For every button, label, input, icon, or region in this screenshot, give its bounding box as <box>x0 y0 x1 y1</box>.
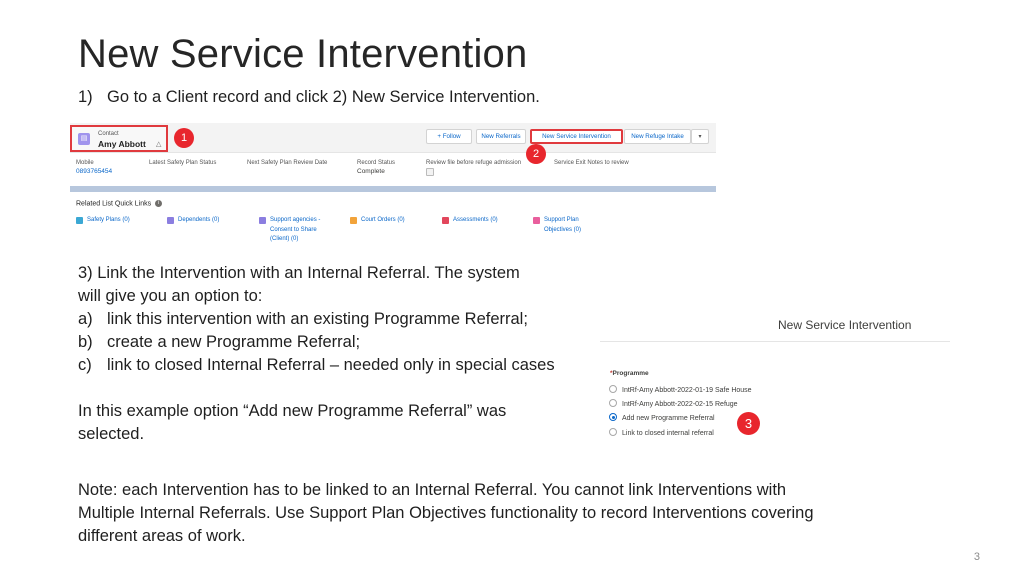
option-a-marker: a) <box>78 310 93 328</box>
field-value-record-status: Complete <box>357 168 385 175</box>
step1-number: 1) <box>78 88 93 106</box>
step3-option-c: c) link to closed Internal Referral – nee… <box>78 354 555 377</box>
quick-link-label: Support agencies - <box>270 217 321 223</box>
review-file-checkbox <box>426 168 434 176</box>
radio-button[interactable] <box>609 385 617 393</box>
quick-link-label-line2: Objectives (0) <box>544 226 582 233</box>
option-b-text: create a new Programme Referral; <box>107 333 361 351</box>
example-line2: selected. <box>78 425 145 443</box>
field-label-exit-notes: Service Exit Notes to review <box>554 160 629 166</box>
dependents-icon <box>167 217 174 224</box>
contact-highlight[interactable]: ▤ Contact Amy Abbott △ <box>70 125 168 152</box>
object-label: Contact <box>98 131 119 137</box>
option-label: Link to closed internal referral <box>622 430 714 437</box>
radio-button[interactable] <box>609 428 617 436</box>
follow-button[interactable]: + Follow <box>426 129 472 144</box>
programme-option[interactable]: IntRf-Amy Abbott-2022-01-19 Safe House <box>609 385 752 394</box>
step3-option-b: b) create a new Programme Referral; <box>78 331 360 354</box>
option-b-marker: b) <box>78 333 93 351</box>
new-refuge-intake-button[interactable]: New Refuge Intake <box>624 129 691 144</box>
panel-divider <box>600 341 950 342</box>
new-referrals-button[interactable]: New Referrals <box>476 129 526 144</box>
programme-panel-screenshot: New Service Intervention *Programme IntR… <box>600 305 950 445</box>
callout-3: 3 <box>737 412 760 435</box>
note-line2: Multiple Internal Referrals. Use Support… <box>78 504 814 522</box>
quick-link-label: Support Plan <box>544 217 579 223</box>
quick-link-label-line2: Consent to Share <box>270 226 317 233</box>
support-agencies-icon <box>259 217 266 224</box>
more-actions-chevron-icon[interactable]: ▾ <box>691 129 709 144</box>
panel-title: New Service Intervention <box>778 318 912 332</box>
record-header: ▤ Contact Amy Abbott △ 1 + Follow New Re… <box>70 123 716 153</box>
field-value-mobile[interactable]: 0893765454 <box>76 168 112 175</box>
quick-link-support-agencies[interactable]: Support agencies - Consent to Share (Cli… <box>259 216 320 245</box>
quick-link-label-line3: (Client) (0) <box>270 236 299 242</box>
programme-label-text: Programme <box>612 370 649 377</box>
field-label-mobile: Mobile <box>76 160 94 166</box>
programme-option-selected[interactable]: Add new Programme Referral <box>609 413 715 422</box>
quick-link-label: Court Orders (0) <box>361 217 405 223</box>
callout-1: 1 <box>174 128 194 148</box>
step3-line1: 3) Link the Intervention with an Interna… <box>78 264 520 282</box>
note-line1: Note: each Intervention has to be linked… <box>78 481 787 499</box>
new-service-intervention-button[interactable]: New Service Intervention <box>530 129 623 144</box>
field-label-review-file: Review file before refuge admission <box>426 160 522 166</box>
option-c-marker: c) <box>78 356 92 374</box>
option-c-text: link to closed Internal Referral – neede… <box>107 356 555 374</box>
page-number: 3 <box>973 551 980 563</box>
note-line3: different areas of work. <box>78 527 246 545</box>
slide-title: New Service Intervention <box>78 32 528 76</box>
divider-bar <box>70 186 716 192</box>
quick-link-support-plan-objectives[interactable]: Support Plan Objectives (0) <box>533 216 581 235</box>
quick-link-dependents[interactable]: Dependents (0) <box>167 216 219 226</box>
info-icon[interactable]: i <box>155 200 163 207</box>
field-label-review-date: Next Safety Plan Review Date <box>247 160 328 166</box>
quick-link-assessments[interactable]: Assessments (0) <box>442 216 498 226</box>
programme-label: *Programme <box>610 370 649 377</box>
programme-option[interactable]: Link to closed internal referral <box>609 428 714 437</box>
radio-button[interactable] <box>609 399 617 407</box>
callout-2: 2 <box>526 144 546 164</box>
quick-link-label: Safety Plans (0) <box>87 217 130 223</box>
field-label-safety-plan-status: Latest Safety Plan Status <box>149 160 217 166</box>
programme-option[interactable]: IntRf-Amy Abbott-2022-02-15 Refuge <box>609 399 738 408</box>
record-screenshot: ▤ Contact Amy Abbott △ 1 + Follow New Re… <box>70 123 716 249</box>
assessments-icon <box>442 217 449 224</box>
quick-link-court-orders[interactable]: Court Orders (0) <box>350 216 405 226</box>
related-list-quick-links: Related List Quick Links i <box>76 200 163 208</box>
option-label: IntRf-Amy Abbott-2022-02-15 Refuge <box>622 401 738 408</box>
support-plan-icon <box>533 217 540 224</box>
contact-name[interactable]: Amy Abbott <box>98 139 146 149</box>
option-label: IntRf-Amy Abbott-2022-01-19 Safe House <box>622 387 752 394</box>
quick-link-label: Dependents (0) <box>178 217 220 223</box>
safety-plans-icon <box>76 217 83 224</box>
court-orders-icon <box>350 217 357 224</box>
quick-link-label: Assessments (0) <box>453 217 498 223</box>
option-a-text: link this intervention with an existing … <box>107 310 528 328</box>
hierarchy-icon[interactable]: △ <box>156 140 161 148</box>
step3-line2: will give you an option to: <box>78 287 263 305</box>
quick-link-safety-plans[interactable]: Safety Plans (0) <box>76 216 130 226</box>
field-label-record-status: Record Status <box>357 160 396 166</box>
example-line1: In this example option “Add new Programm… <box>78 402 507 420</box>
option-label: Add new Programme Referral <box>622 415 715 422</box>
step1-text: Go to a Client record and click 2) New S… <box>107 88 540 106</box>
step1-instruction: 1) Go to a Client record and click 2) New… <box>78 88 540 107</box>
radio-button-selected[interactable] <box>609 413 617 421</box>
contact-card-icon: ▤ <box>78 133 90 145</box>
step3-option-a: a) link this intervention with an existin… <box>78 308 528 331</box>
related-title: Related List Quick Links <box>76 200 152 208</box>
